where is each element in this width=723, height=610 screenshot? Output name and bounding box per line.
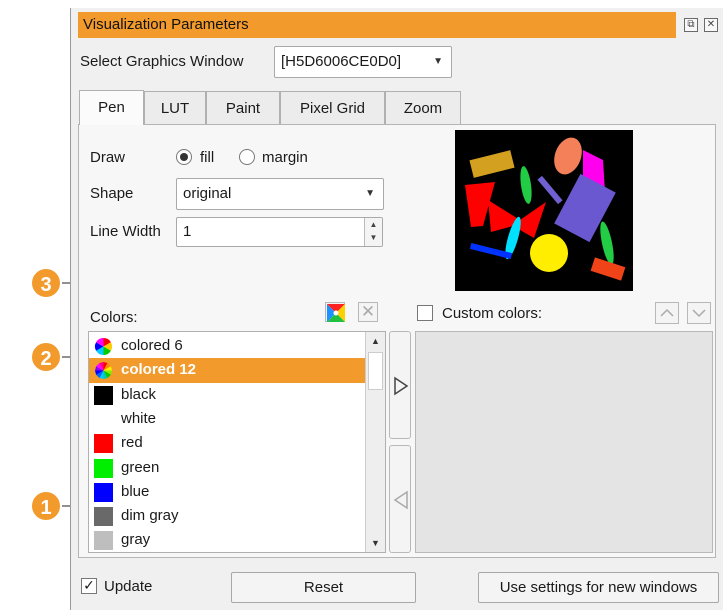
custom-colors-label: Custom colors:	[442, 305, 543, 322]
list-item-label: white	[121, 409, 157, 427]
scroll-down-icon[interactable]: ▼	[366, 534, 385, 552]
move-up-button[interactable]	[655, 302, 679, 324]
colors-label: Colors:	[90, 309, 138, 326]
callout-1: 1	[30, 490, 62, 522]
callout-2: 2	[30, 341, 62, 373]
chevron-down-icon: ▼	[365, 188, 375, 199]
reset-button[interactable]: Reset	[231, 572, 416, 603]
restore-icon[interactable]: ⧉	[684, 18, 698, 32]
scroll-thumb[interactable]	[368, 352, 383, 390]
tab-pixel-grid[interactable]: Pixel Grid	[280, 91, 385, 124]
window-title: Visualization Parameters	[78, 12, 676, 38]
custom-colors-checkbox[interactable]	[417, 305, 433, 321]
graphics-window-select[interactable]: [H5D6006CE0D0] ▼	[274, 46, 452, 78]
tab-lut[interactable]: LUT	[144, 91, 206, 124]
use-settings-button[interactable]: Use settings for new windows	[478, 572, 719, 603]
custom-color-list[interactable]	[415, 331, 713, 553]
list-item-label: black	[121, 385, 157, 403]
color-swatch	[94, 434, 113, 454]
color-swatch	[94, 531, 113, 551]
list-item-label: gray	[121, 531, 151, 549]
color-list-scrollbar[interactable]: ▲ ▼	[365, 332, 385, 552]
shape-label: Shape	[90, 185, 134, 202]
chevron-down-icon	[692, 309, 706, 318]
tab-pen[interactable]: Pen	[79, 90, 144, 125]
list-item[interactable]: gray	[89, 528, 366, 552]
pen-preview	[455, 130, 633, 291]
tab-zoom[interactable]: Zoom	[385, 91, 461, 124]
add-to-custom-button[interactable]	[389, 331, 411, 439]
remove-color-button[interactable]: ✕	[358, 302, 378, 322]
list-item[interactable]: dim gray	[89, 504, 366, 528]
close-icon[interactable]: ✕	[704, 18, 718, 32]
list-item-label: colored 6	[121, 337, 183, 354]
list-item-label: red	[121, 434, 143, 452]
draw-fill-label: fill	[200, 149, 215, 166]
update-checkbox[interactable]: ✓	[81, 578, 97, 594]
draw-margin-label: margin	[262, 149, 308, 166]
color-swatch	[94, 507, 113, 527]
list-item[interactable]: red	[89, 431, 366, 455]
list-item[interactable]: white	[89, 407, 366, 431]
color-swatch	[94, 385, 113, 405]
color-swatch	[94, 458, 113, 478]
list-item[interactable]: colored 6	[89, 334, 366, 358]
chevron-up-icon	[660, 308, 674, 317]
update-label: Update	[104, 578, 153, 595]
line-width-label: Line Width	[90, 223, 161, 240]
callout-3: 3	[30, 267, 62, 299]
draw-margin-radio[interactable]	[239, 149, 255, 165]
scroll-up-icon[interactable]: ▲	[366, 332, 385, 350]
shape-select[interactable]: original ▼	[176, 178, 384, 210]
preview-shapes	[465, 137, 626, 281]
chevron-down-icon: ▼	[433, 56, 443, 67]
list-item-label: dim gray	[121, 507, 179, 525]
list-item[interactable]: black	[89, 383, 366, 407]
graphics-window-value: [H5D6006CE0D0]	[281, 53, 402, 70]
spinner-arrows-icon[interactable]: ▲ ▼	[364, 218, 382, 246]
color-list[interactable]: colored 6 colored 12 black white red gre…	[88, 331, 386, 553]
list-item-label: colored 12	[121, 361, 197, 379]
tab-paint[interactable]: Paint	[206, 91, 280, 124]
shape-value: original	[183, 185, 232, 202]
remove-from-custom-button[interactable]	[389, 445, 411, 553]
color-swatch	[94, 409, 113, 429]
arrow-right-icon	[394, 376, 409, 396]
move-down-button[interactable]	[687, 302, 711, 324]
list-item-selected[interactable]: colored 12	[89, 358, 366, 383]
list-item-label: blue	[121, 482, 150, 500]
arrow-left-icon	[393, 490, 408, 510]
color-picker-button[interactable]	[325, 302, 345, 322]
line-width-value: 1	[183, 223, 192, 240]
line-width-spinbox[interactable]: 1 ▲ ▼	[176, 217, 383, 247]
rainbow-6-icon	[94, 337, 113, 356]
list-item[interactable]: blue	[89, 480, 366, 504]
list-item-label: green	[121, 458, 160, 476]
rainbow-12-icon	[95, 362, 112, 380]
color-swatch	[94, 482, 113, 502]
color-picker-icon	[327, 304, 345, 322]
draw-label: Draw	[90, 149, 126, 166]
graphics-window-label: Select Graphics Window	[80, 53, 244, 70]
list-item[interactable]: green	[89, 456, 366, 480]
draw-fill-radio[interactable]	[176, 149, 192, 165]
